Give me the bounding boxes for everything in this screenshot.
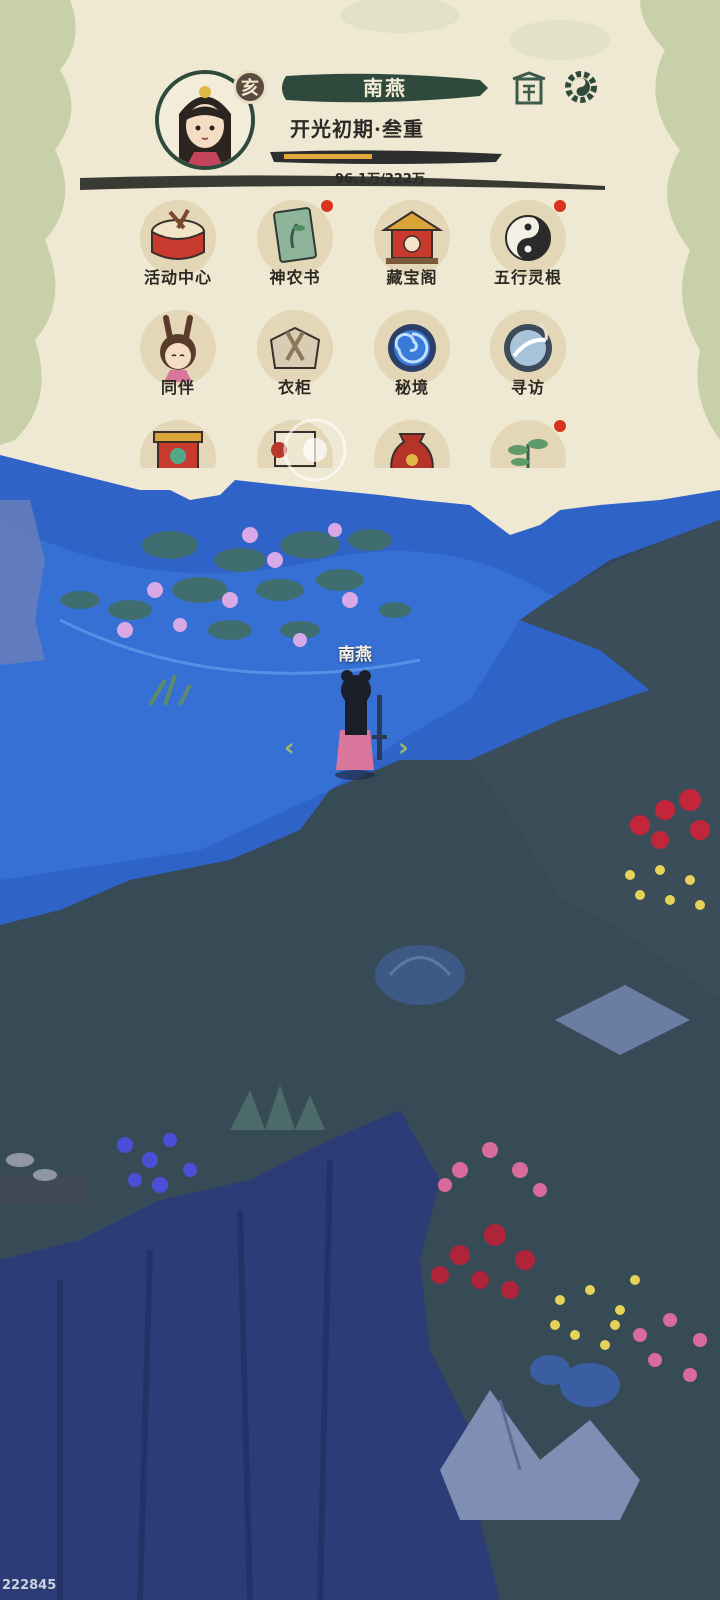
shop-icon [153, 431, 203, 468]
feature-label: 五行灵根 [493, 268, 562, 287]
feature-secret-realm[interactable]: 秘境 [362, 310, 462, 410]
user-id-watermark: 222845 [2, 1578, 57, 1593]
notification-dot [554, 420, 566, 432]
feature-wardrobe[interactable]: 衣柜 [245, 310, 345, 410]
notification-dot [554, 200, 566, 212]
feature-treasure-pavilion[interactable]: 藏宝阁 [362, 200, 462, 300]
feature-herb[interactable] [478, 420, 578, 468]
feature-five-elements[interactable]: 五行灵根 [478, 200, 578, 300]
exp-value: 96.1万/222万 [335, 172, 425, 187]
name-banner: 南燕 [280, 70, 490, 106]
pouch-icon [390, 433, 434, 468]
feature-shennong-book[interactable]: 神农书 [245, 200, 345, 300]
feature-label: 同伴 [160, 378, 195, 397]
tap-ripple-icon [283, 418, 347, 482]
feature-label: 衣柜 [277, 378, 312, 397]
feature-label: 藏宝阁 [386, 268, 438, 287]
exp-progress-bar [270, 148, 502, 166]
feature-label: 秘境 [394, 378, 429, 397]
feature-shop[interactable] [128, 420, 228, 468]
notification-dot [321, 200, 333, 212]
cultivation-stage: 开光初期·叁重 [290, 117, 424, 141]
realm-badge: 亥 [233, 70, 267, 104]
move-right-arrow-icon[interactable]: › [398, 733, 409, 763]
gear-icon[interactable] [562, 68, 600, 106]
feature-companion[interactable]: 同伴 [128, 310, 228, 410]
character-name-label: 南燕 [338, 645, 372, 665]
main-menu-panel: 亥 南燕 开光初期·叁重 96.1万/222万 活动中心 神农书 藏宝阁 五行灵… [0, 0, 720, 540]
feature-label: 神农书 [269, 268, 321, 287]
player-name: 南燕 [363, 76, 407, 100]
feature-label: 寻访 [510, 378, 545, 397]
feature-visit[interactable]: 寻访 [478, 310, 578, 410]
feature-activity-center[interactable]: 活动中心 [128, 200, 228, 300]
move-left-arrow-icon[interactable]: ‹ [284, 733, 295, 763]
pavilion-icon[interactable] [510, 70, 548, 108]
feature-label: 活动中心 [143, 268, 212, 287]
feature-pouch[interactable] [362, 420, 462, 468]
